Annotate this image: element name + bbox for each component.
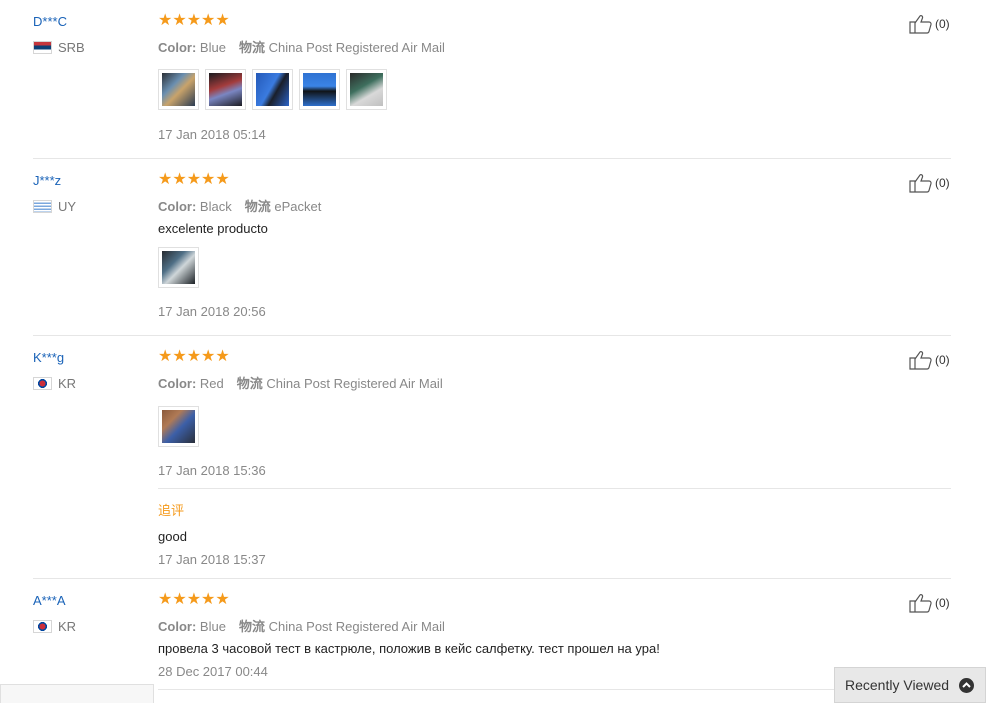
review-photo[interactable]: [299, 69, 340, 110]
recently-viewed-button[interactable]: Recently Viewed: [834, 667, 986, 703]
color-value: Black: [199, 199, 232, 214]
reviewer-country: UY: [33, 199, 76, 214]
reviewer-country: KR: [33, 619, 76, 634]
thumbs-up-icon: [909, 594, 932, 613]
review-divider: [33, 158, 951, 159]
reviewer-country: KR: [33, 376, 76, 391]
feedback-side-tab[interactable]: [0, 684, 154, 703]
review-meta: Color: Black 物流 ePacket: [158, 196, 321, 215]
country-code: KR: [58, 376, 77, 391]
flag-srb-icon: [33, 41, 52, 54]
review-meta: Color: Blue 物流 China Post Registered Air …: [158, 37, 445, 56]
flag-uy-icon: [33, 200, 52, 213]
reviewer-country: SRB: [33, 40, 85, 55]
review-date: 17 Jan 2018 05:14: [158, 127, 266, 142]
star-rating: ★★★★★: [158, 12, 230, 29]
star-rating: ★★★★★: [158, 591, 230, 608]
shipping-value: ePacket: [274, 199, 322, 214]
thumbs-up-icon: [909, 174, 932, 193]
country-code: KR: [58, 619, 77, 634]
helpful-count: (0): [935, 176, 950, 190]
helpful-count: (0): [935, 353, 950, 367]
review-photo[interactable]: [158, 69, 199, 110]
review-date: 28 Dec 2017 00:44: [158, 664, 268, 679]
shipping-label: 物流: [238, 40, 265, 55]
color-label: Color:: [158, 376, 197, 391]
followup-label: 追评: [158, 503, 185, 518]
country-code: SRB: [58, 40, 85, 55]
flag-kr-icon: [33, 620, 52, 633]
shipping-value: China Post Registered Air Mail: [266, 376, 443, 391]
review-photo[interactable]: [252, 69, 293, 110]
country-code: UY: [58, 199, 77, 214]
shipping-value: China Post Registered Air Mail: [268, 619, 445, 634]
color-label: Color:: [158, 40, 197, 55]
flag-kr-icon: [33, 377, 52, 390]
helpful-button[interactable]: (0): [909, 173, 950, 193]
review-text: excelente producto: [158, 221, 268, 236]
review-date: 17 Jan 2018 20:56: [158, 304, 266, 319]
followup-divider: [158, 488, 951, 489]
followup-date: 17 Jan 2018 15:37: [158, 552, 266, 567]
helpful-count: (0): [935, 596, 950, 610]
recently-viewed-label: Recently Viewed: [845, 677, 950, 693]
shipping-label: 物流: [238, 619, 265, 634]
review-divider: [33, 335, 951, 336]
color-label: Color:: [158, 619, 197, 634]
review-photos: [158, 247, 199, 288]
color-value: Blue: [199, 619, 226, 634]
followup-text: good: [158, 529, 187, 544]
review-divider: [158, 689, 951, 690]
review-divider: [33, 578, 951, 579]
review-date: 17 Jan 2018 15:36: [158, 463, 266, 478]
shipping-label: 物流: [244, 199, 271, 214]
color-value: Blue: [199, 40, 226, 55]
helpful-button[interactable]: (0): [909, 593, 950, 613]
helpful-button[interactable]: (0): [909, 350, 950, 370]
helpful-button[interactable]: (0): [909, 14, 950, 34]
reviewer-name[interactable]: D***C: [33, 14, 67, 29]
thumbs-up-icon: [909, 15, 932, 34]
color-value: Red: [199, 376, 224, 391]
helpful-count: (0): [935, 17, 950, 31]
reviewer-name[interactable]: K***g: [33, 350, 64, 365]
shipping-value: China Post Registered Air Mail: [268, 40, 445, 55]
review-meta: Color: Blue 物流 China Post Registered Air …: [158, 616, 445, 635]
star-rating: ★★★★★: [158, 348, 230, 365]
review-photo[interactable]: [158, 247, 199, 288]
chevron-up-circle-icon: [959, 678, 974, 693]
review-meta: Color: Red 物流 China Post Registered Air M…: [158, 373, 443, 392]
star-rating: ★★★★★: [158, 171, 230, 188]
thumbs-up-icon: [909, 351, 932, 370]
review-photo[interactable]: [346, 69, 387, 110]
reviewer-name[interactable]: J***z: [33, 173, 61, 188]
review-photos: [158, 406, 199, 447]
shipping-label: 物流: [236, 376, 263, 391]
review-photo[interactable]: [158, 406, 199, 447]
review-text: провела 3 часовой тест в кастрюле, полож…: [158, 641, 660, 656]
review-photo[interactable]: [205, 69, 246, 110]
review-photos: [158, 69, 387, 110]
reviewer-name[interactable]: A***A: [33, 593, 66, 608]
color-label: Color:: [158, 199, 197, 214]
